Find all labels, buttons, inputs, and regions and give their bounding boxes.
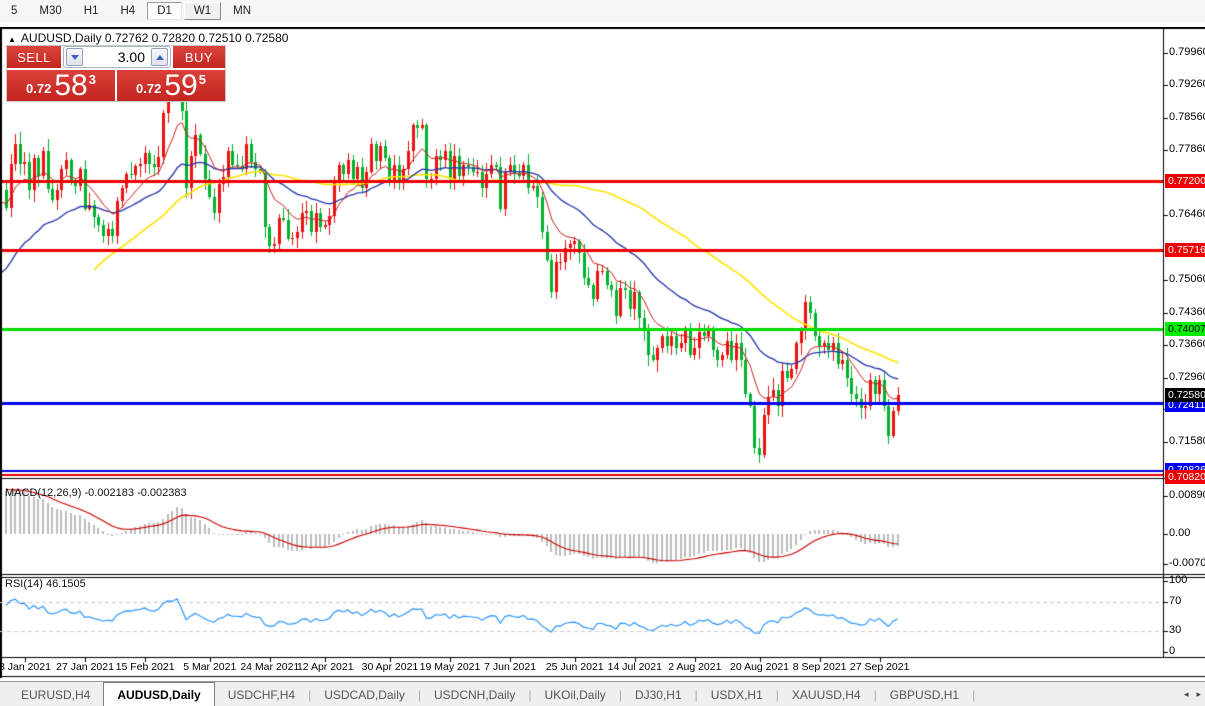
sell-price-button[interactable]: 0.72 58 3 — [7, 70, 115, 101]
price-axis-label: 0.79960 — [1169, 46, 1205, 58]
chart-tab-ukoil-daily[interactable]: UKOil,Daily — [531, 682, 618, 706]
sell-price-pip: 3 — [88, 72, 96, 87]
price-axis-label: 0.79260 — [1169, 78, 1205, 91]
buy-price-prefix: 0.72 — [136, 81, 162, 96]
buy-button[interactable]: BUY — [173, 46, 225, 68]
date-axis-label: 2 Aug 2021 — [668, 661, 722, 673]
tab-scroll-right-icon[interactable]: ▸ — [1196, 689, 1201, 700]
rsi-axis-label: 0 — [1169, 645, 1176, 657]
triangle-down-icon — [70, 54, 79, 60]
chart-tab-usdx-h1[interactable]: USDX,H1 — [698, 682, 776, 706]
rsi-axis-label: 70 — [1169, 595, 1182, 608]
tab-scroll-left-icon[interactable]: ◂ — [1184, 689, 1189, 700]
chart-title: ▲ AUDUSD,Daily 0.72762 0.72820 0.72510 0.… — [8, 31, 288, 45]
chart-tabs: EURUSD,H4 AUDUSD,Daily USDCHF,H4 | USDCAD,Da… — [0, 682, 975, 706]
price-badge: 0.74007 — [1165, 322, 1205, 337]
date-axis-label: 12 Apr 2021 — [296, 661, 354, 673]
price-axis-label: 0.73660 — [1169, 338, 1205, 351]
price-axis-label: 0.75060 — [1169, 273, 1205, 286]
macd-label: MACD(12,26,9) -0.002183 -0.002383 — [5, 487, 187, 499]
chart-tab-usdcad-daily[interactable]: USDCAD,Daily — [311, 682, 418, 706]
rsi-label: RSI(14) 46.1505 — [5, 578, 86, 590]
chart-tab-xauusd-h4[interactable]: XAUUSD,H4 — [779, 682, 874, 706]
buy-price-button[interactable]: 0.72 59 5 — [117, 70, 225, 101]
tab-scroll-arrows: ◂ ▸ — [1184, 682, 1201, 706]
chart-tab-usdchf-h4[interactable]: USDCHF,H4 — [215, 682, 308, 706]
date-axis-label: 15 Feb 2021 — [115, 661, 175, 673]
timeframe-button-m30[interactable]: M30 — [29, 2, 71, 20]
trade-panel-top-row: SELL BUY — [7, 46, 225, 68]
chart-tab-gbpusd-h1[interactable]: GBPUSD,H1 — [877, 682, 972, 706]
triangle-up-icon — [155, 54, 164, 60]
price-axis-label: 0.72960 — [1169, 370, 1205, 383]
timeframe-button-h4[interactable]: H4 — [110, 2, 145, 20]
macd-axis-label: -0.007017 — [1169, 556, 1205, 569]
collapse-panel-icon[interactable]: ▲ — [8, 35, 16, 44]
volume-decrease-button[interactable] — [66, 48, 83, 66]
date-axis-label: 7 Jun 2021 — [484, 661, 537, 673]
date-axis-label: 27 Sep 2021 — [849, 661, 910, 673]
price-badge: 0.70820 — [1165, 469, 1205, 484]
macd-axis-label: 0.008904 — [1169, 488, 1205, 501]
chart-ohlc-title: AUDUSD,Daily 0.72762 0.72820 0.72510 0.7… — [20, 31, 289, 45]
sell-price-big: 58 — [54, 69, 88, 102]
price-axis-label: 0.77860 — [1169, 143, 1205, 156]
rsi-axis-label: 100 — [1169, 574, 1188, 586]
buy-price-pip: 5 — [198, 72, 206, 87]
macd-axis-label: 0.00 — [1169, 527, 1191, 539]
price-axis-label: 0.76460 — [1169, 208, 1205, 221]
mt4-window: 5 M30 H1 H4 D1 W1 MN ▲ AUDUSD,Daily 0.72762 0.7… — [0, 0, 1205, 706]
chart-tab-dj30-h1[interactable]: DJ30,H1 — [622, 682, 695, 706]
buy-price-big: 59 — [164, 69, 198, 102]
chart-tab-usdcnh-daily[interactable]: USDCNH,Daily — [421, 682, 528, 706]
timeframe-button-h1[interactable]: H1 — [74, 2, 109, 20]
price-badge: 0.72580 — [1165, 388, 1205, 403]
timeframe-button-w1[interactable]: W1 — [183, 2, 222, 20]
timeframe-button-5[interactable]: 5 — [1, 2, 27, 20]
volume-input[interactable] — [85, 48, 149, 66]
price-badge: 0.75716 — [1165, 242, 1205, 257]
chart-tab-eurusd-h4[interactable]: EURUSD,H4 — [8, 682, 103, 706]
volume-spinner — [63, 46, 171, 68]
chart-tab-audusd-daily[interactable]: AUDUSD,Daily — [103, 682, 215, 706]
timeframe-button-d1[interactable]: D1 — [147, 2, 182, 20]
timeframe-toolbar: 5 M30 H1 H4 D1 W1 MN — [0, 0, 1205, 22]
one-click-trading-panel: SELL BUY 0.72583 0.72595 — [6, 45, 226, 102]
tab-separator: | — [972, 687, 976, 702]
price-chart-canvas[interactable] — [0, 27, 1205, 679]
chart-tab-bar: EURUSD,H4 AUDUSD,Daily USDCHF,H4 | USDCAD,Da… — [0, 681, 1205, 706]
rsi-axis-label: 30 — [1169, 623, 1182, 636]
sell-button[interactable]: SELL — [7, 46, 61, 68]
price-axis-label: 0.71580 — [1169, 434, 1205, 447]
price-axis-label: 0.78560 — [1169, 110, 1205, 123]
timeframe-button-mn[interactable]: MN — [223, 2, 261, 20]
sell-price-prefix: 0.72 — [26, 81, 52, 96]
volume-increase-button[interactable] — [151, 48, 168, 66]
trade-panel-price-row: 0.72 58 3 0.72 59 5 — [7, 70, 225, 101]
price-axis-label: 0.74360 — [1169, 305, 1205, 318]
price-badge: 0.77200 — [1165, 174, 1205, 188]
